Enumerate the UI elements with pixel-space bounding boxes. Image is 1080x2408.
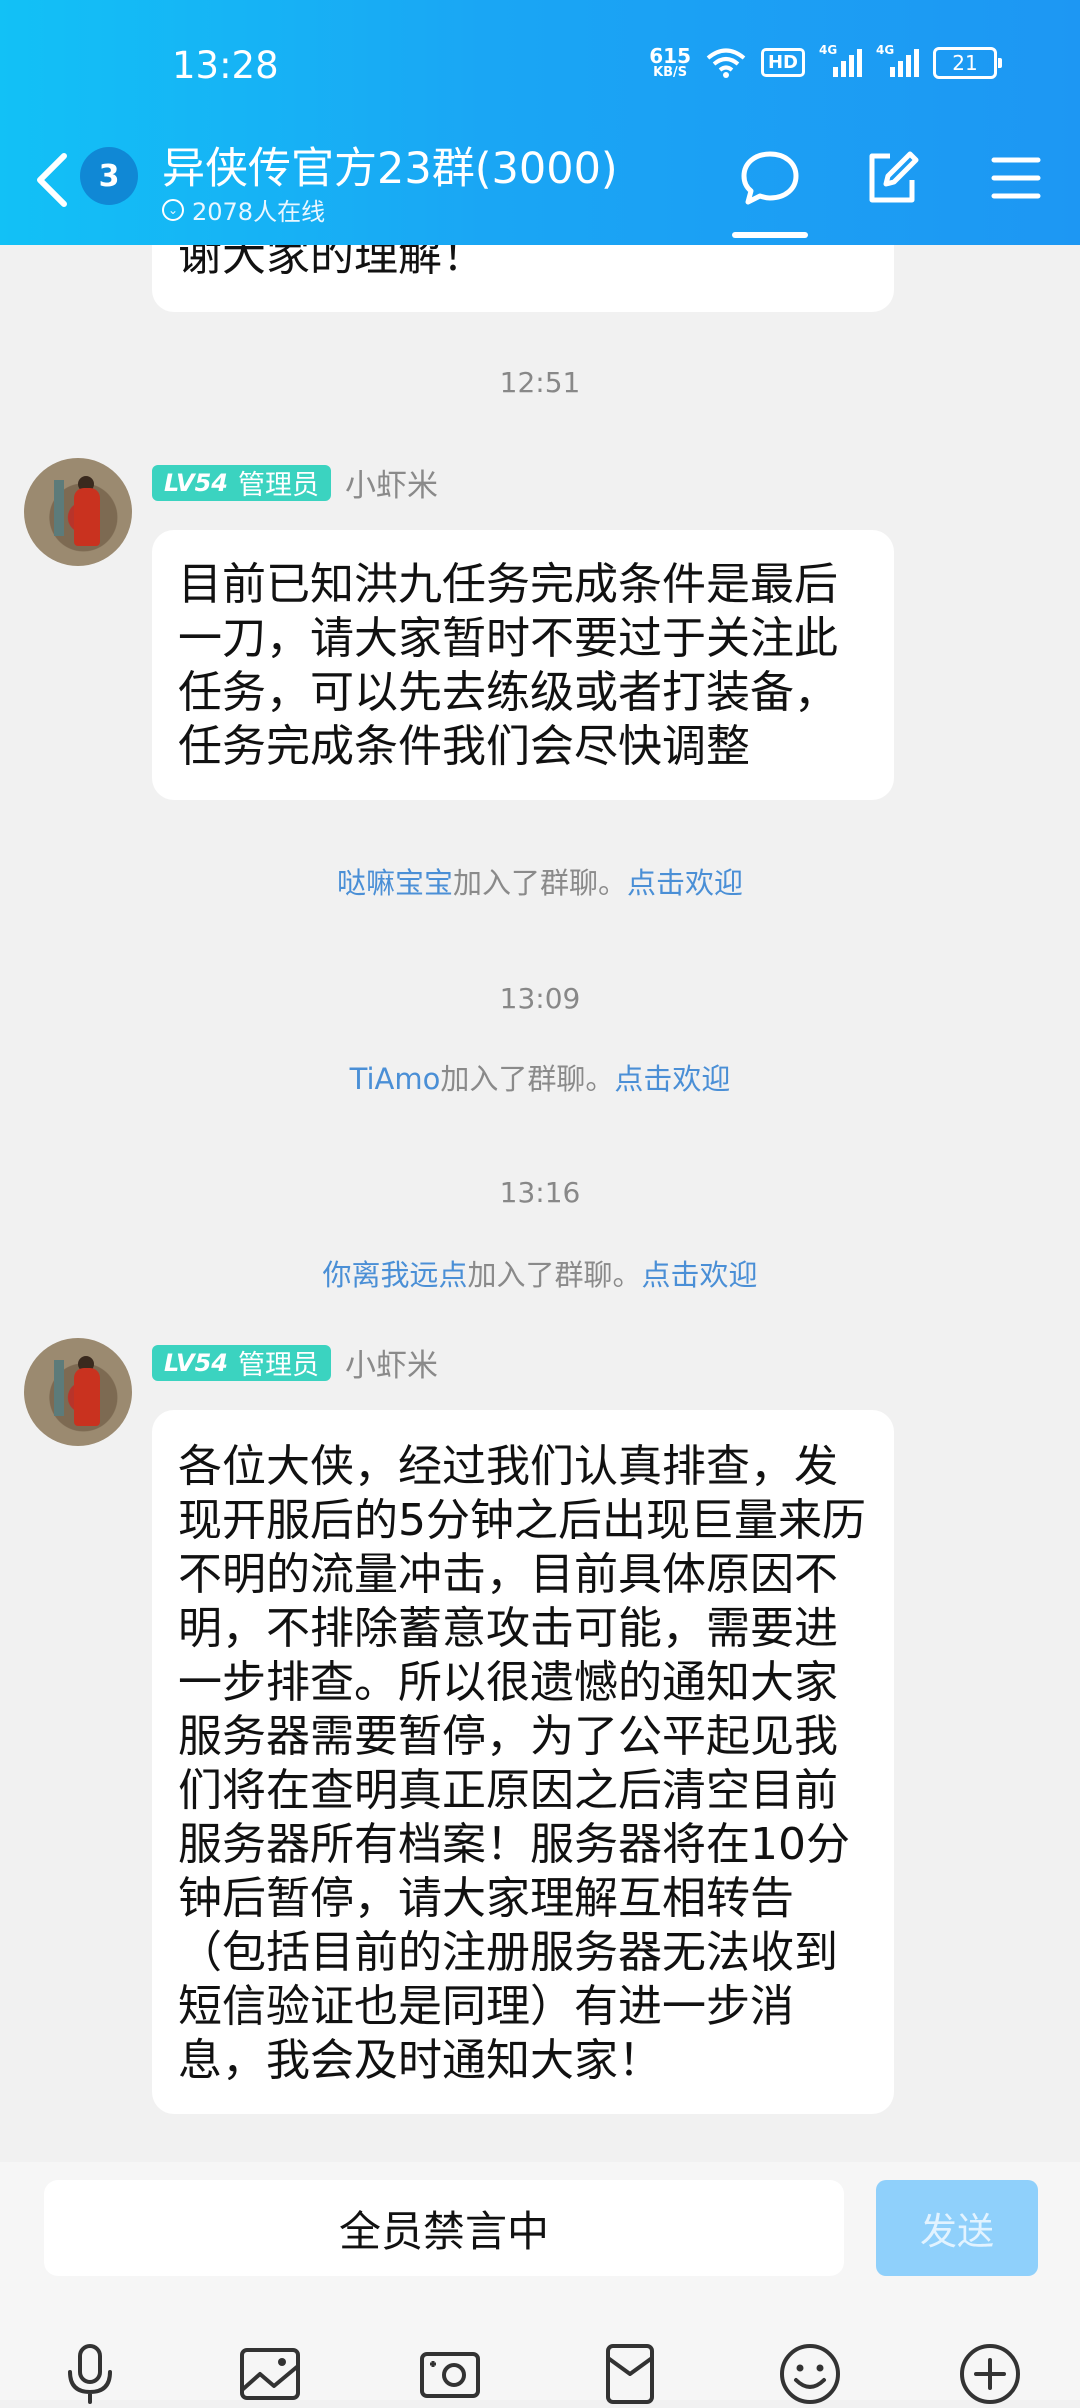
net-speed-unit: KB/S bbox=[653, 65, 688, 80]
sender-name[interactable]: 小虾米 bbox=[345, 1340, 438, 1385]
join-notice: TiAmo加入了群聊。点击欢迎 bbox=[0, 1056, 1080, 1098]
red-packet-icon[interactable] bbox=[596, 2340, 664, 2408]
signal-icon: 4G bbox=[819, 43, 862, 77]
join-notice: 哒嘛宝宝加入了群聊。点击欢迎 bbox=[0, 860, 1080, 902]
status-time: 13:28 bbox=[172, 44, 279, 87]
sender-name[interactable]: 小虾米 bbox=[345, 460, 438, 505]
camera-icon[interactable] bbox=[416, 2340, 484, 2408]
unread-badge[interactable]: 3 bbox=[80, 147, 138, 205]
group-title[interactable]: 异侠传官方23群(3000) bbox=[162, 134, 618, 196]
online-count: 2078人在线 bbox=[192, 198, 326, 226]
battery-level: 21 bbox=[933, 46, 997, 79]
join-suffix: 加入了群聊。 bbox=[440, 1062, 615, 1096]
wifi-icon bbox=[706, 48, 746, 78]
input-area: 全员禁言中 发送 bbox=[0, 2162, 1080, 2404]
admin-badge: LV54 管理员 bbox=[152, 464, 331, 501]
battery-icon: 21 bbox=[933, 46, 1002, 79]
join-notice: 你离我远点加入了群聊。点击欢迎 bbox=[0, 1252, 1080, 1294]
image-icon[interactable] bbox=[236, 2340, 304, 2408]
status-icons: 615 KB/S HD 4G 4G 21 bbox=[649, 43, 1002, 79]
message-bubble[interactable]: 目前已知洪九任务完成条件是最后一刀，请大家暂时不要过于关注此任务，可以先去练级或… bbox=[152, 530, 894, 800]
message-input[interactable]: 全员禁言中 bbox=[44, 2180, 844, 2276]
edit-icon[interactable] bbox=[860, 146, 924, 210]
back-icon[interactable] bbox=[30, 150, 74, 210]
send-button[interactable]: 发送 bbox=[876, 2180, 1038, 2276]
sender-row: LV54 管理员 小虾米 bbox=[152, 1340, 438, 1385]
role-label: 管理员 bbox=[237, 470, 319, 501]
welcome-link[interactable]: 点击欢迎 bbox=[642, 1258, 758, 1292]
message-bubble[interactable]: 各位大侠，经过我们认真排查，发现开服后的5分钟之后出现巨量来历不明的流量冲击，目… bbox=[152, 1410, 894, 2114]
time-divider: 13:16 bbox=[499, 1176, 581, 1209]
muted-text: 全员禁言中 bbox=[338, 2206, 549, 2256]
time-divider: 13:09 bbox=[499, 982, 581, 1015]
joined-user-name[interactable]: 哒嘛宝宝 bbox=[337, 866, 453, 900]
chevron-down-icon: ⌄ bbox=[162, 198, 184, 221]
signal-label: 4G bbox=[876, 42, 895, 57]
joined-user-name[interactable]: TiAmo bbox=[350, 1062, 441, 1096]
plus-icon[interactable] bbox=[956, 2340, 1024, 2408]
join-suffix: 加入了群聊。 bbox=[452, 866, 627, 900]
admin-badge: LV54 管理员 bbox=[152, 1344, 331, 1381]
net-speed: 615 KB/S bbox=[649, 46, 691, 79]
signal-label: 4G bbox=[819, 42, 838, 57]
chat-bubble-icon[interactable] bbox=[738, 146, 802, 210]
sender-row: LV54 管理员 小虾米 bbox=[152, 460, 438, 505]
joined-user-name[interactable]: 你离我远点 bbox=[322, 1258, 467, 1292]
avatar[interactable] bbox=[24, 1338, 132, 1446]
welcome-link[interactable]: 点击欢迎 bbox=[627, 866, 743, 900]
join-suffix: 加入了群聊。 bbox=[467, 1258, 642, 1292]
menu-icon[interactable] bbox=[984, 146, 1048, 210]
level-label: LV54 bbox=[164, 1348, 228, 1377]
net-speed-value: 615 bbox=[649, 44, 691, 68]
level-label: LV54 bbox=[164, 468, 228, 497]
chat-header: 13:28 615 KB/S HD 4G 4G 21 3 异侠传官方23群(30… bbox=[0, 0, 1080, 245]
role-label: 管理员 bbox=[237, 1350, 319, 1381]
welcome-link[interactable]: 点击欢迎 bbox=[614, 1062, 730, 1096]
hd-badge: HD bbox=[760, 48, 805, 77]
emoji-icon[interactable] bbox=[776, 2340, 844, 2408]
signal-icon: 4G bbox=[876, 43, 919, 77]
avatar[interactable] bbox=[24, 458, 132, 566]
microphone-icon[interactable] bbox=[56, 2340, 124, 2408]
active-tab-indicator bbox=[732, 232, 808, 238]
message-text: 目前已知洪九任务完成条件是最后一刀，请大家暂时不要过于关注此任务，可以先去练级或… bbox=[178, 559, 838, 772]
message-text: 各位大侠，经过我们认真排查，发现开服后的5分钟之后出现巨量来历不明的流量冲击，目… bbox=[178, 1441, 866, 2086]
time-divider: 12:51 bbox=[499, 366, 581, 399]
online-status[interactable]: ⌄ 2078人在线 bbox=[162, 192, 325, 227]
